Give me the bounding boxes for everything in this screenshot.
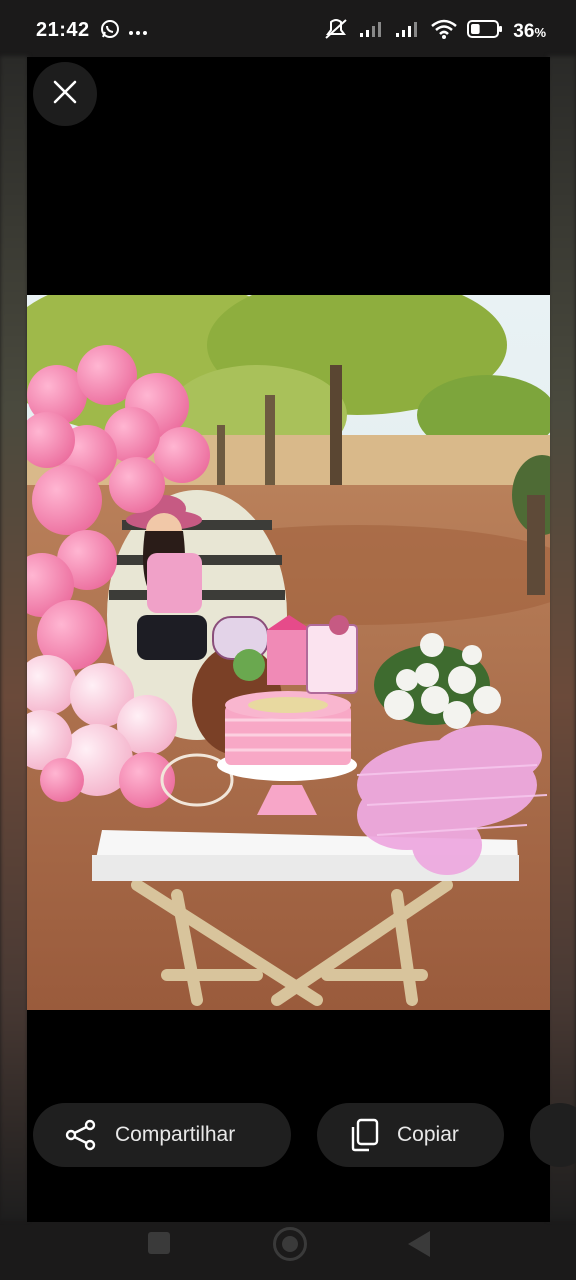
recents-button[interactable] [148,1232,170,1254]
copy-icon [349,1118,379,1152]
close-button[interactable] [33,62,97,126]
status-system-icons: 36% [323,18,546,45]
copy-button[interactable]: Copiar [317,1103,504,1167]
battery-percent: 36% [513,20,546,42]
signal-icon [359,20,385,43]
whatsapp-icon [100,19,120,44]
photo-illustration [27,295,550,1010]
status-notification-icons [100,19,148,44]
home-button[interactable] [273,1227,307,1261]
share-button[interactable]: Compartilhar [33,1103,291,1167]
muted-icon [323,18,349,45]
close-icon [52,79,78,110]
battery-icon [467,20,503,43]
blurred-backdrop-right [548,56,576,1220]
more-dots-icon [128,23,148,41]
status-bar: 21:42 36% [0,0,576,56]
copy-label: Copiar [397,1123,459,1146]
blurred-backdrop-left [0,56,28,1220]
status-time: 21:42 [36,19,90,41]
photo-party-table[interactable] [27,295,550,1010]
back-button[interactable] [408,1231,430,1257]
signal-icon [395,20,421,43]
share-icon [65,1119,97,1151]
share-label: Compartilhar [115,1123,236,1146]
navigation-bar [0,1222,576,1280]
wifi-icon [431,19,458,44]
